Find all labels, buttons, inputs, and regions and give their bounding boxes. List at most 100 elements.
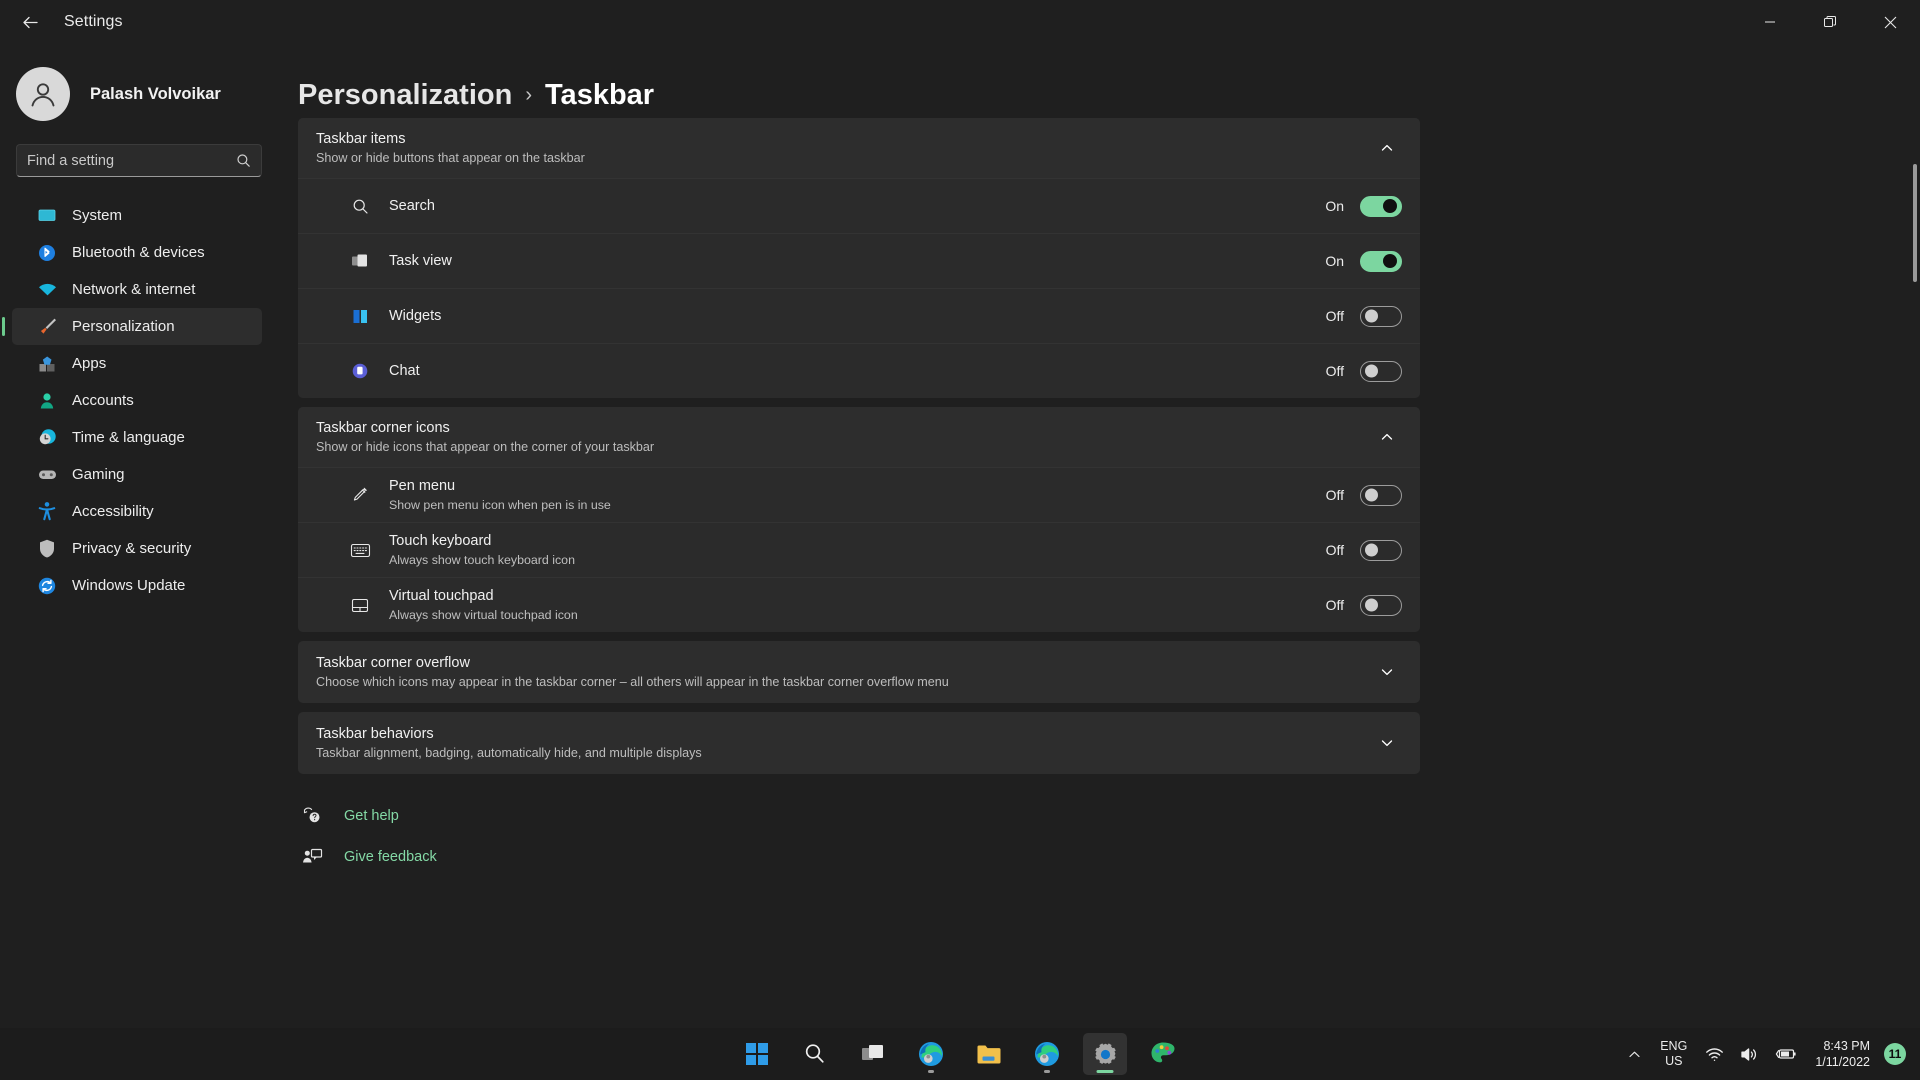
taskbar-file-explorer-button[interactable]	[967, 1033, 1011, 1075]
scrollbar-thumb[interactable]	[1913, 164, 1917, 282]
taskbar-edge-dev-button[interactable]	[1025, 1033, 1069, 1075]
section-taskbar-behaviors: Taskbar behaviors Taskbar alignment, bad…	[298, 712, 1420, 774]
section-title: Taskbar corner icons	[316, 419, 450, 436]
feedback-icon	[298, 846, 326, 868]
sidebar-item-system[interactable]: System	[12, 197, 262, 234]
volume-button[interactable]	[1732, 1034, 1767, 1074]
toggle-task-view[interactable]	[1360, 250, 1402, 272]
chevron-right-icon: ›	[525, 83, 532, 106]
maximize-button[interactable]	[1800, 0, 1860, 44]
chevron-down-icon[interactable]	[1372, 657, 1402, 687]
toggle-state-label: Off	[1325, 597, 1344, 613]
sidebar-item-privacy-security[interactable]: Privacy & security	[12, 530, 262, 567]
setting-row-task-view[interactable]: Task view On	[298, 233, 1420, 288]
page-title: Taskbar	[545, 78, 655, 111]
sidebar-item-label: Accessibility	[72, 503, 154, 520]
back-button[interactable]	[10, 5, 50, 39]
battery-button[interactable]	[1767, 1034, 1805, 1074]
taskbar-paint-button[interactable]	[1141, 1033, 1185, 1075]
battery-charging-icon	[1775, 1046, 1797, 1062]
language-indicator[interactable]: ENG US	[1650, 1039, 1697, 1069]
section-header[interactable]: Taskbar corner overflow Choose which ico…	[298, 641, 1420, 703]
sidebar-item-gaming[interactable]: Gaming	[12, 456, 262, 493]
section-taskbar-items: Taskbar items Show or hide buttons that …	[298, 118, 1420, 398]
sidebar-item-label: Personalization	[72, 318, 175, 335]
language-line1: ENG	[1660, 1039, 1688, 1053]
search-input[interactable]	[27, 152, 236, 169]
toggle-group: Off	[1320, 484, 1402, 506]
scrollbar[interactable]	[1913, 164, 1917, 1024]
paint-icon	[1150, 1041, 1176, 1067]
widgets-icon	[348, 304, 372, 328]
breadcrumb-parent[interactable]: Personalization	[298, 79, 512, 112]
sidebar-item-bluetooth-devices[interactable]: Bluetooth & devices	[12, 234, 262, 271]
toggle-chat[interactable]	[1360, 360, 1402, 382]
sidebar-item-personalization[interactable]: Personalization	[2, 308, 262, 345]
section-subtitle: Show or hide buttons that appear on the …	[316, 150, 585, 165]
search-icon	[803, 1042, 827, 1066]
chevron-up-icon[interactable]	[1372, 133, 1402, 163]
section-header[interactable]: Taskbar items Show or hide buttons that …	[298, 118, 1420, 178]
toggle-search[interactable]	[1360, 195, 1402, 217]
section-title: Taskbar corner overflow	[316, 654, 470, 671]
setting-row-widgets[interactable]: Widgets Off	[298, 288, 1420, 343]
chevron-up-icon[interactable]	[1372, 422, 1402, 452]
toggle-group: Off	[1320, 360, 1402, 382]
taskbar-task-view-button[interactable]	[851, 1033, 895, 1075]
section-taskbar-corner-overflow: Taskbar corner overflow Choose which ico…	[298, 641, 1420, 703]
close-button[interactable]	[1860, 0, 1920, 44]
network-button[interactable]	[1697, 1034, 1732, 1074]
setting-row-chat[interactable]: Chat Off	[298, 343, 1420, 398]
toggle-knob	[1365, 488, 1378, 502]
sidebar-item-time-language[interactable]: Time & language	[12, 419, 262, 456]
edge-icon	[1034, 1041, 1060, 1067]
section-header[interactable]: Taskbar behaviors Taskbar alignment, bad…	[298, 712, 1420, 774]
keyboard-icon	[348, 538, 372, 562]
sidebar-item-network-internet[interactable]: Network & internet	[12, 271, 262, 308]
toggle-virtual-touchpad[interactable]	[1360, 594, 1402, 616]
section-header[interactable]: Taskbar corner icons Show or hide icons …	[298, 407, 1420, 467]
setting-label: Task view	[389, 252, 452, 269]
get-help-link[interactable]: Get help	[298, 800, 1920, 831]
setting-label: Widgets	[389, 307, 442, 324]
wifi-icon	[36, 279, 58, 301]
tray-overflow-button[interactable]	[1619, 1034, 1650, 1074]
touchpad-icon	[348, 593, 372, 617]
clock-time: 8:43 PM	[1823, 1039, 1870, 1053]
notification-badge[interactable]: 11	[1884, 1043, 1906, 1065]
setting-label: Virtual touchpad	[389, 588, 494, 604]
taskbar-search-button[interactable]	[793, 1033, 837, 1075]
setting-row-virtual-touchpad[interactable]: Virtual touchpad Always show virtual tou…	[298, 577, 1420, 632]
sidebar-item-apps[interactable]: Apps	[12, 345, 262, 382]
section-taskbar-corner-icons: Taskbar corner icons Show or hide icons …	[298, 407, 1420, 632]
setting-row-search[interactable]: Search On	[298, 178, 1420, 233]
toggle-knob	[1365, 598, 1378, 612]
clock[interactable]: 8:43 PM 1/11/2022	[1805, 1038, 1880, 1070]
toggle-knob	[1365, 309, 1378, 323]
toggle-pen-menu[interactable]	[1360, 484, 1402, 506]
help-icon	[298, 805, 326, 827]
toggle-group: Off	[1320, 539, 1402, 561]
toggle-touch-keyboard[interactable]	[1360, 539, 1402, 561]
chevron-down-icon[interactable]	[1372, 728, 1402, 758]
minimize-button[interactable]	[1740, 0, 1800, 44]
setting-description: Always show virtual touchpad icon	[389, 608, 578, 622]
start-button[interactable]	[735, 1033, 779, 1075]
toggle-widgets[interactable]	[1360, 305, 1402, 327]
setting-row-touch-keyboard[interactable]: Touch keyboard Always show touch keyboar…	[298, 522, 1420, 577]
give-feedback-link[interactable]: Give feedback	[298, 841, 1920, 872]
search-icon	[348, 194, 372, 218]
sidebar-item-windows-update[interactable]: Windows Update	[12, 567, 262, 604]
sidebar-item-accounts[interactable]: Accounts	[12, 382, 262, 419]
settings-cards: Taskbar items Show or hide buttons that …	[298, 118, 1420, 774]
taskbar-settings-button[interactable]	[1083, 1033, 1127, 1075]
search-box[interactable]	[16, 144, 262, 177]
sidebar-item-accessibility[interactable]: Accessibility	[12, 493, 262, 530]
taskbar-edge-button[interactable]	[909, 1033, 953, 1075]
toggle-state-label: Off	[1325, 363, 1344, 379]
bluetooth-icon	[36, 242, 58, 264]
setting-row-pen-menu[interactable]: Pen menu Show pen menu icon when pen is …	[298, 467, 1420, 522]
toggle-state-label: Off	[1325, 308, 1344, 324]
update-icon	[36, 575, 58, 597]
profile-section[interactable]: Palash Volvoikar	[0, 44, 286, 130]
